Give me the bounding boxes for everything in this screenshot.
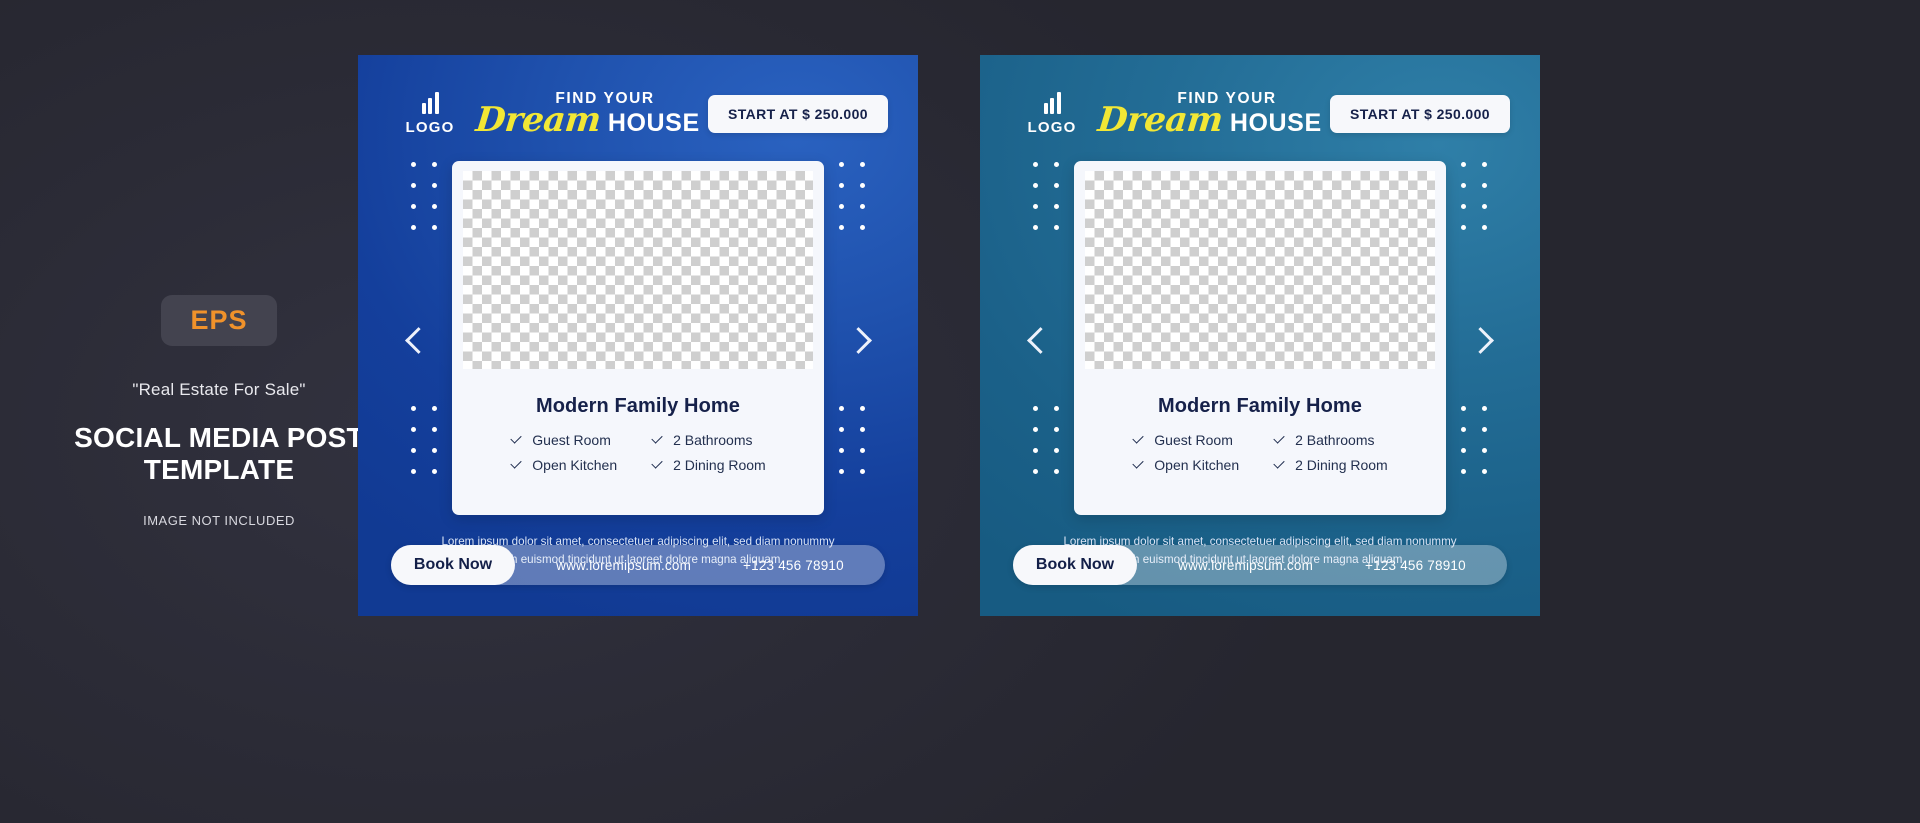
logo-teal[interactable]: LOGO [1010,92,1094,136]
brand-dream-script: Dream [474,100,603,141]
template-quote: "Real Estate For Sale" [132,380,306,400]
bar-chart-icon [1043,92,1061,114]
check-icon [1273,459,1286,472]
list-item: 2 Bathrooms [1273,432,1388,448]
brand-dream-script: Dream [1096,100,1225,141]
check-icon [651,459,664,472]
image-not-included-note: IMAGE NOT INCLUDED [143,512,295,528]
price-badge-blue[interactable]: START AT $ 250.000 [708,95,888,133]
template-stage: EPS "Real Estate For Sale" SOCIAL MEDIA … [0,0,1920,823]
feature-label: 2 Bathrooms [673,432,753,448]
check-icon [651,434,664,447]
bar-chart-icon [421,92,439,114]
feature-label: 2 Bathrooms [1295,432,1375,448]
social-post-card-blue[interactable]: LOGO FIND YOUR Dream HOUSE START AT $ 25… [358,55,918,616]
template-title-line-2: TEMPLATE [143,454,295,485]
website-link[interactable]: www.loremipsum.com [556,558,691,573]
list-item: 2 Dining Room [1273,457,1388,473]
feature-list: Guest Room 2 Bathrooms Open Kitchen 2 Di… [1132,432,1387,473]
listing-panel-blue: Modern Family Home Guest Room 2 Bathroom… [452,161,824,515]
contact-info: www.loremipsum.com +123 456 78910 [1137,558,1507,573]
brand-main-line: Dream HOUSE [1096,100,1322,141]
dot-grid-bottom-left [1033,406,1059,474]
listing-details-blue: Modern Family Home Guest Room 2 Bathroom… [463,369,813,503]
list-item: Guest Room [510,432,617,448]
dot-grid-top-left [1033,162,1059,230]
card-header-blue: LOGO FIND YOUR Dream HOUSE START AT $ 25… [388,85,888,143]
chevron-right-icon[interactable] [1467,327,1493,353]
check-icon [510,434,523,447]
list-item: Open Kitchen [510,457,617,473]
check-icon [1273,434,1286,447]
list-item: 2 Bathrooms [651,432,766,448]
phone-number[interactable]: +123 456 78910 [743,558,844,573]
brand-lockup-blue: FIND YOUR Dream HOUSE [468,91,708,141]
chevron-right-icon[interactable] [845,327,871,353]
list-item: Open Kitchen [1132,457,1239,473]
listing-panel-teal: Modern Family Home Guest Room 2 Bathroom… [1074,161,1446,515]
feature-label: 2 Dining Room [673,457,766,473]
chevron-left-icon[interactable] [405,327,431,353]
eps-badge-label: EPS [190,305,248,336]
feature-label: Guest Room [1154,432,1233,448]
website-link[interactable]: www.loremipsum.com [1178,558,1313,573]
dot-grid-top-right [839,162,865,230]
book-now-button[interactable]: Book Now [1013,545,1137,585]
card-header-teal: LOGO FIND YOUR Dream HOUSE START AT $ 25… [1010,85,1510,143]
check-icon [1132,434,1145,447]
dot-grid-bottom-right [839,406,865,474]
feature-label: Open Kitchen [1154,457,1240,473]
listing-details-teal: Modern Family Home Guest Room 2 Bathroom… [1085,369,1435,503]
brand-main-line: Dream HOUSE [474,100,700,141]
brand-house-word: HOUSE [1229,109,1322,138]
dot-grid-bottom-right [1461,406,1487,474]
listing-title: Modern Family Home [1157,395,1363,417]
feature-list: Guest Room 2 Bathrooms Open Kitchen 2 Di… [510,432,765,473]
phone-number[interactable]: +123 456 78910 [1365,558,1466,573]
image-placeholder [463,171,813,369]
list-item: Guest Room [1132,432,1239,448]
template-title: SOCIAL MEDIA POST TEMPLATE [74,422,364,486]
check-icon [1132,459,1145,472]
listing-title: Modern Family Home [535,395,741,417]
eps-format-badge: EPS [161,295,277,347]
footer-bar-teal: Book Now www.loremipsum.com +123 456 789… [1013,545,1507,585]
footer-bar-blue: Book Now www.loremipsum.com +123 456 789… [391,545,885,585]
contact-info: www.loremipsum.com +123 456 78910 [515,558,885,573]
feature-label: 2 Dining Room [1295,457,1388,473]
book-now-button[interactable]: Book Now [391,545,515,585]
dot-grid-bottom-left [411,406,437,474]
image-placeholder [1085,171,1435,369]
list-item: 2 Dining Room [651,457,766,473]
social-post-card-teal[interactable]: LOGO FIND YOUR Dream HOUSE START AT $ 25… [980,55,1540,616]
feature-label: Guest Room [532,432,611,448]
feature-label: Open Kitchen [532,457,618,473]
chevron-left-icon[interactable] [1027,327,1053,353]
logo-label: LOGO [405,119,455,136]
dot-grid-top-right [1461,162,1487,230]
check-icon [510,459,523,472]
template-title-line-1: SOCIAL MEDIA POST [74,422,364,454]
logo-label: LOGO [1027,119,1077,136]
dot-grid-top-left [411,162,437,230]
brand-lockup-teal: FIND YOUR Dream HOUSE [1090,91,1330,141]
price-badge-teal[interactable]: START AT $ 250.000 [1330,95,1510,133]
logo-blue[interactable]: LOGO [388,92,472,136]
brand-house-word: HOUSE [607,109,700,138]
